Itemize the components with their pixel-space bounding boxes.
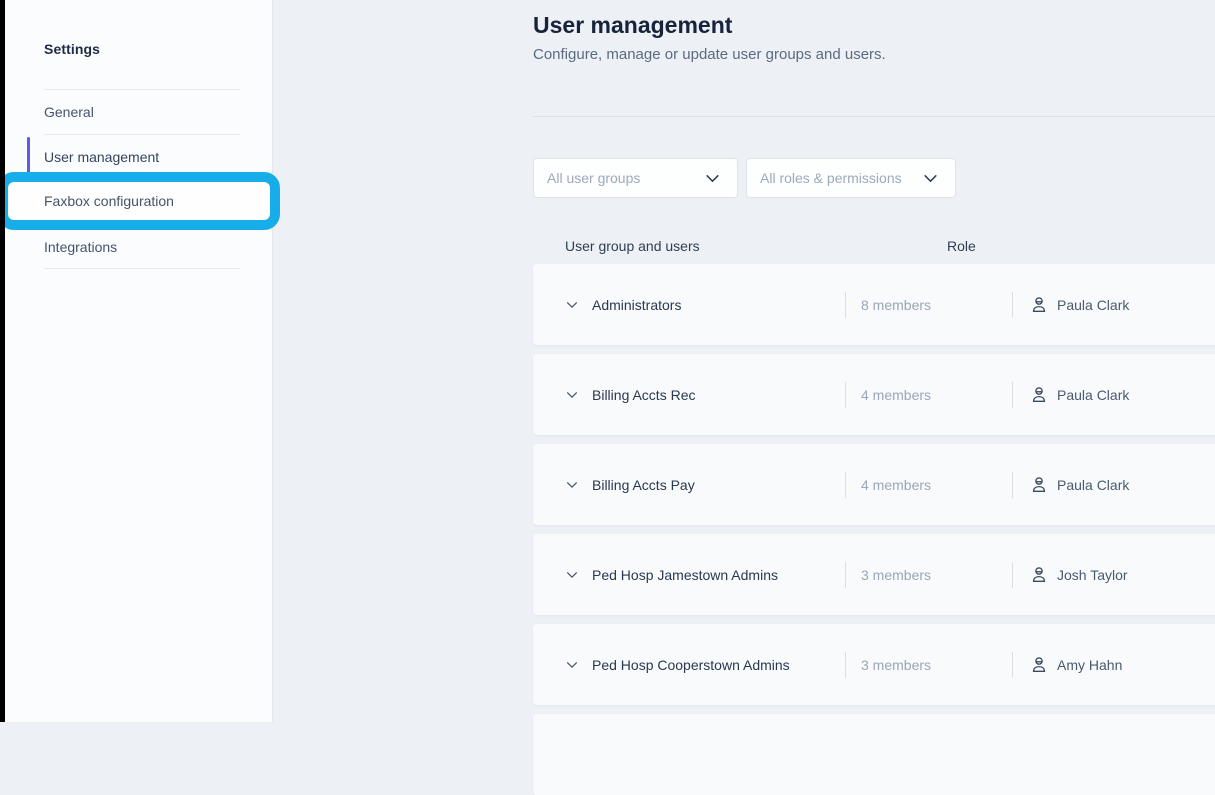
roles-permissions-filter-value: All roles & permissions — [760, 170, 902, 186]
chevron-down-icon — [922, 170, 939, 187]
settings-sidebar: Settings General User management Faxbox … — [0, 0, 273, 722]
chevron-down-icon — [704, 170, 721, 187]
cell-divider — [1012, 652, 1013, 678]
user-groups-filter-value: All user groups — [547, 170, 640, 186]
sidebar-divider — [44, 268, 240, 269]
page-title: User management — [533, 12, 732, 39]
user-icon — [1030, 385, 1048, 404]
user-group-row[interactable]: Billing Accts Pay 4 members Paula Clark — [533, 444, 1215, 525]
user-icon — [1030, 295, 1048, 314]
header-divider — [533, 116, 1215, 117]
user-group-row[interactable]: Billing Accts Rec 4 members Paula Clark — [533, 354, 1215, 435]
user-icon — [1030, 565, 1048, 584]
roles-permissions-filter-dropdown[interactable]: All roles & permissions — [746, 158, 956, 198]
sidebar-item-integrations[interactable]: Integrations — [0, 225, 273, 270]
member-count: 4 members — [861, 477, 931, 493]
cell-divider — [845, 382, 846, 408]
group-name: Billing Accts Pay — [592, 477, 695, 493]
user-icon — [1030, 475, 1048, 494]
cell-divider — [1012, 472, 1013, 498]
cell-divider — [845, 472, 846, 498]
sidebar-heading: Settings — [44, 41, 100, 57]
cell-divider — [1012, 292, 1013, 318]
column-header-role: Role — [947, 238, 976, 254]
user-group-row[interactable]: Administrators 8 members Paula Clark — [533, 264, 1215, 345]
user-groups-filter-dropdown[interactable]: All user groups — [533, 158, 738, 198]
cell-divider — [845, 292, 846, 318]
chevron-down-icon[interactable] — [565, 388, 579, 402]
cell-divider — [1012, 382, 1013, 408]
member-count: 3 members — [861, 567, 931, 583]
role-user-name: Paula Clark — [1057, 387, 1129, 403]
user-group-row-partial[interactable] — [533, 714, 1215, 795]
member-count: 3 members — [861, 657, 931, 673]
role-user-name: Paula Clark — [1057, 297, 1129, 313]
chevron-down-icon[interactable] — [565, 568, 579, 582]
role-user-name: Amy Hahn — [1057, 657, 1122, 673]
group-name: Billing Accts Rec — [592, 387, 695, 403]
sidebar-item-faxbox-configuration[interactable]: Faxbox configuration — [0, 180, 273, 222]
member-count: 8 members — [861, 297, 931, 313]
window-left-edge — [0, 0, 5, 722]
role-user-name: Paula Clark — [1057, 477, 1129, 493]
group-name: Administrators — [592, 297, 681, 313]
page-subtitle: Configure, manage or update user groups … — [533, 46, 886, 63]
chevron-down-icon[interactable] — [565, 658, 579, 672]
column-header-user-group: User group and users — [565, 238, 700, 254]
role-user-name: Josh Taylor — [1057, 567, 1128, 583]
group-name: Ped Hosp Jamestown Admins — [592, 567, 778, 583]
cell-divider — [845, 562, 846, 588]
chevron-down-icon[interactable] — [565, 298, 579, 312]
group-name: Ped Hosp Cooperstown Admins — [592, 657, 790, 673]
cell-divider — [1012, 562, 1013, 588]
chevron-down-icon[interactable] — [565, 478, 579, 492]
user-icon — [1030, 655, 1048, 674]
sidebar-item-general[interactable]: General — [0, 90, 273, 135]
member-count: 4 members — [861, 387, 931, 403]
user-group-row[interactable]: Ped Hosp Cooperstown Admins 3 members Am… — [533, 624, 1215, 705]
cell-divider — [845, 652, 846, 678]
user-group-row[interactable]: Ped Hosp Jamestown Admins 3 members Josh… — [533, 534, 1215, 615]
